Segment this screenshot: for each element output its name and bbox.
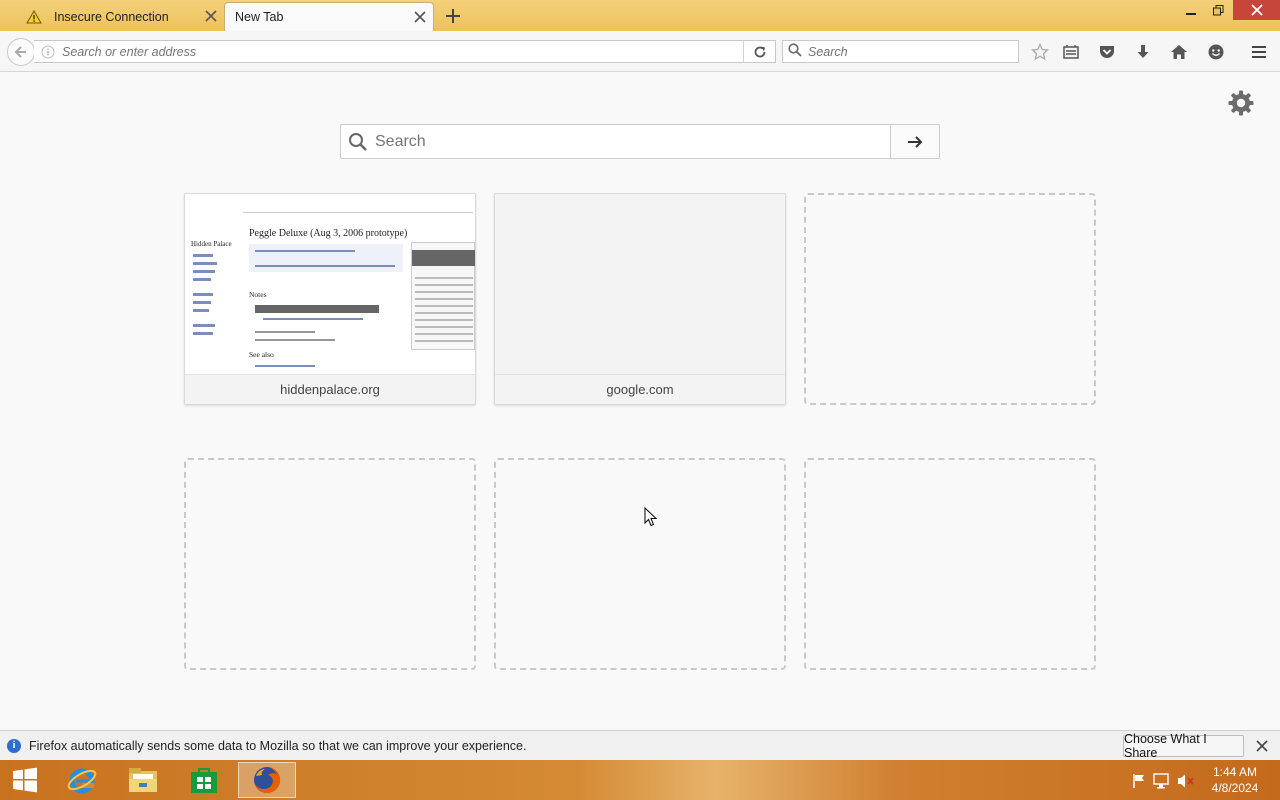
top-site-tile[interactable]: Hidden Palace Peggle Deluxe (Aug 3, 2006… [184,193,476,405]
volume-muted-icon[interactable] [1177,772,1195,790]
mouse-cursor-icon [644,506,658,530]
url-bar [34,40,776,63]
top-site-tile[interactable]: google.com [494,193,786,405]
empty-tile-slot [804,193,1096,405]
navigation-toolbar [0,31,1280,72]
thumbnail-site-name: Hidden Palace [191,240,232,248]
empty-tile-slot [184,458,476,670]
action-center-flag-icon[interactable] [1130,772,1148,790]
site-thumbnail [495,194,785,374]
hello-chat-icon[interactable] [1205,41,1227,63]
menu-icon[interactable] [1248,41,1270,63]
address-input[interactable] [62,44,743,59]
site-info-icon[interactable] [34,45,62,59]
back-button[interactable] [7,38,35,66]
start-button[interactable] [0,762,50,798]
tab-label: Insecure Connection [54,9,169,24]
search-icon [341,132,375,152]
notification-text: Firefox automatically sends some data to… [29,738,527,753]
search-bar [782,40,1019,63]
data-reporting-notification: i Firefox automatically sends some data … [0,730,1280,760]
minimize-button[interactable] [1180,0,1202,20]
pocket-icon[interactable] [1096,41,1118,63]
warning-icon [26,9,44,24]
tab-new-tab[interactable]: New Tab [224,2,434,31]
internet-explorer-icon[interactable] [54,762,110,798]
search-input[interactable] [808,44,1008,59]
close-icon[interactable] [1255,739,1269,753]
site-thumbnail: Hidden Palace Peggle Deluxe (Aug 3, 2006… [185,194,475,374]
newtab-search-input[interactable] [375,132,890,151]
choose-what-i-share-button[interactable]: Choose What I Share [1123,732,1244,760]
reading-list-icon[interactable] [1060,41,1082,63]
new-tab-button[interactable] [444,7,462,25]
tile-caption: hiddenpalace.org [185,374,475,404]
close-window-button[interactable] [1233,0,1280,20]
title-bar: Insecure Connection New Tab [0,0,1280,31]
search-go-button[interactable] [890,125,939,158]
newtab-search-bar [340,124,940,159]
bookmark-star-icon[interactable] [1029,41,1051,63]
info-icon: i [7,738,21,753]
close-tab-icon[interactable] [204,9,218,23]
file-explorer-icon[interactable] [115,762,171,798]
home-icon[interactable] [1168,41,1190,63]
firefox-icon[interactable] [238,762,296,798]
tab-label: New Tab [235,10,284,24]
clock-date: 4/8/2024 [1211,781,1259,795]
new-tab-page: Hidden Palace Peggle Deluxe (Aug 3, 2006… [0,72,1280,730]
restore-button[interactable] [1206,0,1230,20]
thumbnail-heading: Peggle Deluxe (Aug 3, 2006 prototype) [249,228,408,239]
thumbnail-notes-heading: Notes [249,290,267,299]
tab-insecure-connection[interactable]: Insecure Connection [16,2,224,31]
empty-tile-slot [804,458,1096,670]
system-clock[interactable]: 1:44 AM 4/8/2024 [1200,764,1270,796]
clock-time: 1:44 AM [1212,765,1258,779]
windows-taskbar: 1:44 AM 4/8/2024 [0,760,1280,800]
network-icon[interactable] [1153,772,1171,790]
empty-tile-slot [494,458,786,670]
tile-caption: google.com [495,374,785,404]
search-icon [788,43,802,60]
store-icon[interactable] [176,762,232,798]
download-icon[interactable] [1132,41,1154,63]
gear-icon[interactable] [1227,89,1255,117]
thumbnail-see-also-heading: See also [249,350,274,359]
close-tab-icon[interactable] [413,10,427,24]
reload-icon[interactable] [743,41,775,62]
